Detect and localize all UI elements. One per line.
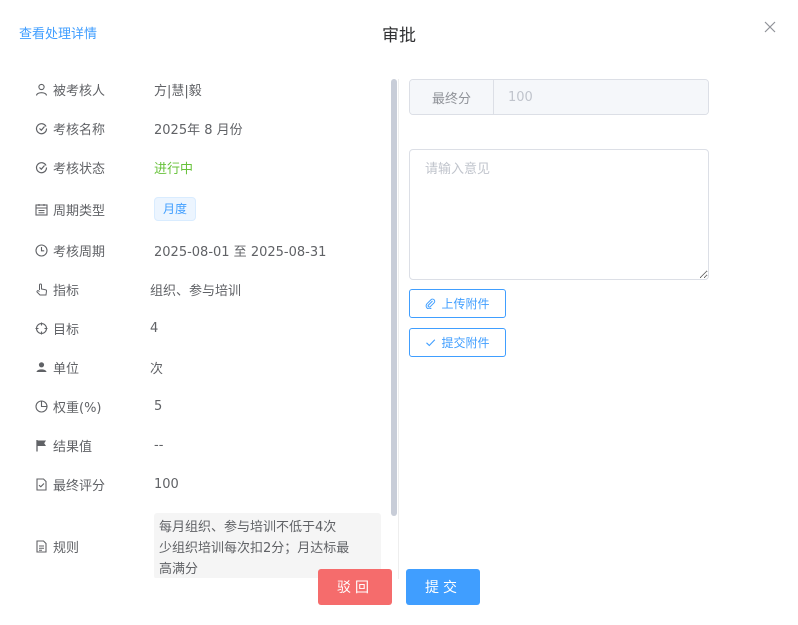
field-value: 次 <box>150 361 164 377</box>
field-value: 100 <box>154 476 179 492</box>
approval-dialog: 查看处理详情 审批 被考核人 方|慧|毅 考核名称 2025年 8 月份 考核状… <box>0 0 798 625</box>
field-assessment-status: 考核状态 进行中 <box>34 156 382 178</box>
field-value: -- <box>154 437 164 453</box>
person-icon <box>34 360 48 374</box>
close-icon[interactable] <box>762 19 778 35</box>
pie-chart-icon <box>34 399 48 413</box>
dialog-title: 审批 <box>382 26 416 46</box>
calendar-icon <box>34 202 48 216</box>
submit-attachment-button[interactable]: 提交附件 <box>409 328 506 357</box>
field-label: 考核名称 <box>53 122 106 138</box>
field-result-value: 结果值 -- <box>34 434 382 456</box>
field-label: 周期类型 <box>53 203 106 219</box>
clock-icon <box>34 243 48 257</box>
submit-button[interactable]: 提交 <box>406 569 480 605</box>
rule-line: 少组织培训每次扣2分；月达标最 <box>159 541 350 556</box>
field-final-rating: 最终评分 100 <box>34 473 382 495</box>
field-value: 方|慧|毅 <box>154 83 202 99</box>
upload-attachment-label: 上传附件 <box>441 297 490 311</box>
field-assessee: 被考核人 方|慧|毅 <box>34 78 382 100</box>
upload-attachment-button[interactable]: 上传附件 <box>409 289 506 318</box>
field-indicator: 指标 组织、参与培训 <box>34 278 382 300</box>
field-value: 2025-08-01 至 2025-08-31 <box>154 244 327 260</box>
field-value: 5 <box>154 398 163 414</box>
final-score-field: 最终分 100 <box>409 79 709 115</box>
field-label: 最终评分 <box>53 478 106 494</box>
field-target: 目标 4 <box>34 317 382 339</box>
field-value: 2025年 8 月份 <box>154 122 243 138</box>
assessment-info-panel: 被考核人 方|慧|毅 考核名称 2025年 8 月份 考核状态 进行中 周期类型… <box>0 70 398 578</box>
field-label: 规则 <box>53 540 80 556</box>
field-value: 组织、参与培训 <box>150 283 242 299</box>
field-label: 单位 <box>53 361 80 377</box>
field-label: 结果值 <box>53 439 93 455</box>
final-score-input: 100 <box>494 80 708 114</box>
cycle-type-tag: 月度 <box>154 197 197 221</box>
pointer-hand-icon <box>34 282 48 296</box>
field-label: 权重(%) <box>53 400 102 416</box>
opinion-textarea[interactable] <box>409 149 709 280</box>
assessment-icon <box>34 121 48 135</box>
field-label: 考核状态 <box>53 161 106 177</box>
field-label: 指标 <box>53 283 80 299</box>
check-icon <box>425 337 436 348</box>
document-check-icon <box>34 477 48 491</box>
field-unit: 单位 次 <box>34 356 382 378</box>
submit-attachment-label: 提交附件 <box>441 336 490 350</box>
field-value: 4 <box>150 320 159 336</box>
rule-line: 每月组织、参与培训不低于4次 <box>159 520 337 535</box>
user-icon <box>34 82 48 96</box>
field-label: 被考核人 <box>53 83 106 99</box>
field-label: 目标 <box>53 322 80 338</box>
field-weight: 权重(%) 5 <box>34 395 382 417</box>
field-label: 考核周期 <box>53 244 106 260</box>
status-icon <box>34 160 48 174</box>
reject-button[interactable]: 驳回 <box>318 569 392 605</box>
status-value: 进行中 <box>154 161 194 177</box>
field-assessment-name: 考核名称 2025年 8 月份 <box>34 117 382 139</box>
document-icon <box>34 539 48 553</box>
left-panel-scrollbar[interactable] <box>391 79 397 516</box>
field-cycle-type: 周期类型 月度 <box>34 196 382 222</box>
target-icon <box>34 321 48 335</box>
paperclip-icon <box>425 298 436 309</box>
final-score-label: 最终分 <box>410 80 494 114</box>
field-assessment-period: 考核周期 2025-08-01 至 2025-08-31 <box>34 239 382 261</box>
flag-icon <box>34 438 48 452</box>
panel-divider <box>398 79 399 579</box>
